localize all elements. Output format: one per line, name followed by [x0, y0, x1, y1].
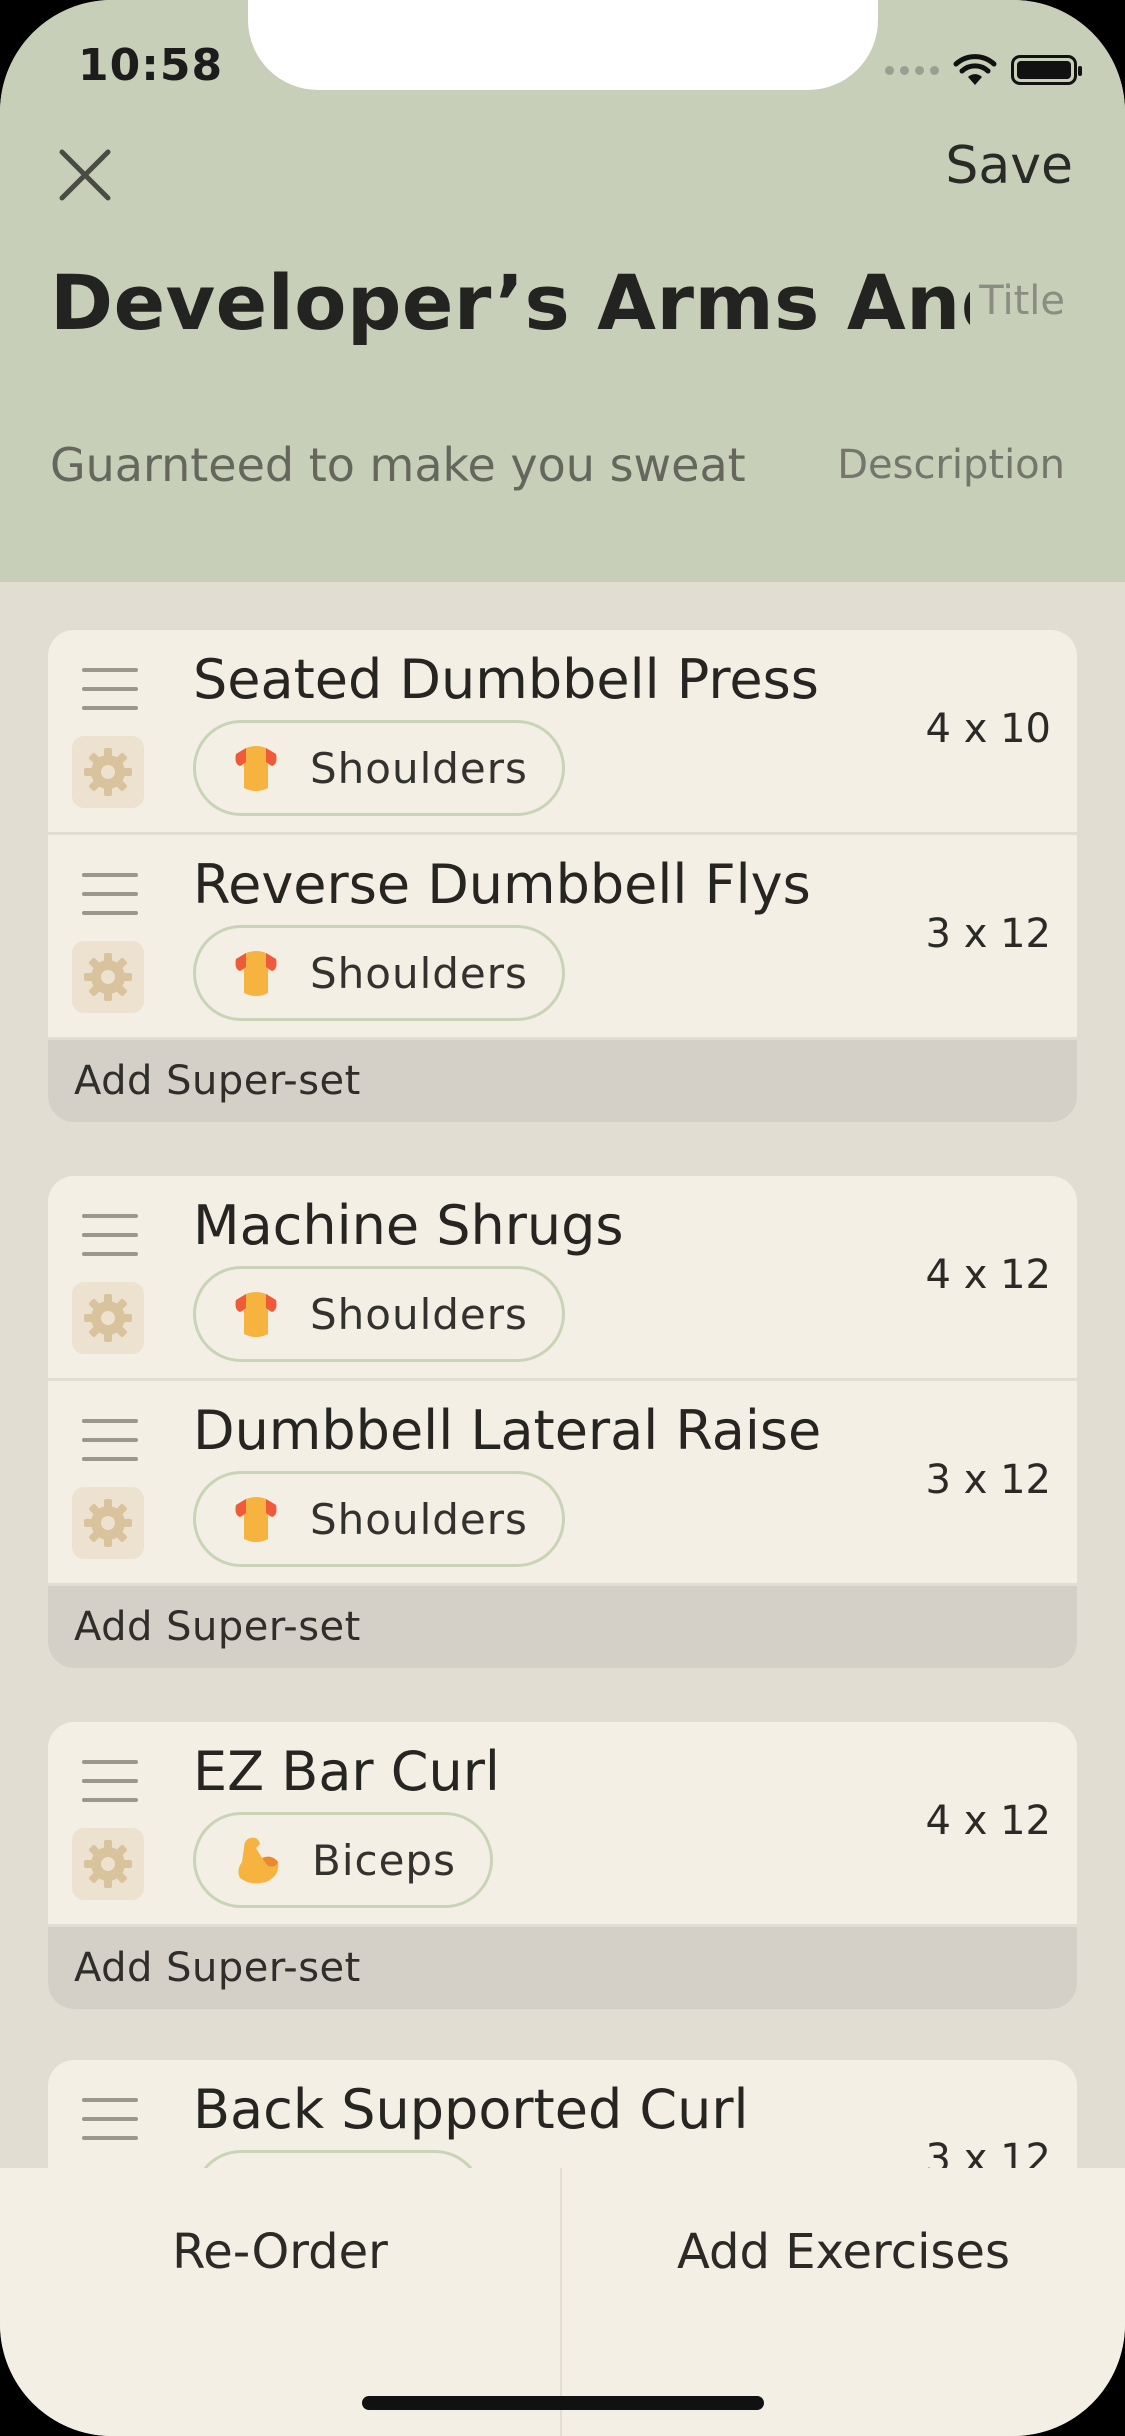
- exercise-name: EZ Bar Curl: [193, 1740, 500, 1803]
- muscle-tag: Shoulders: [193, 925, 565, 1021]
- gear-icon[interactable]: [72, 1487, 144, 1559]
- status-icons: [885, 50, 1082, 90]
- add-superset-button[interactable]: Add Super-set: [48, 1040, 1077, 1122]
- exercise-group: EZ Bar Curl Biceps 4 x 12 Add Super-set: [48, 1722, 1077, 2009]
- exercise-row[interactable]: Dumbbell Lateral Raise Shoulders 3 x 12: [48, 1381, 1077, 1586]
- exercise-name: Back Supported Curl: [193, 2078, 749, 2141]
- muscle-tag: Shoulders: [193, 1266, 565, 1362]
- wifi-icon: [953, 54, 997, 85]
- exercise-name: Reverse Dumbbell Flys: [193, 853, 811, 916]
- drag-handle-icon[interactable]: [82, 1760, 138, 1802]
- description-input[interactable]: Guarnteed to make you sweat: [50, 438, 810, 492]
- exercise-name: Dumbbell Lateral Raise: [193, 1399, 822, 1462]
- muscle-tag: Biceps: [193, 1812, 493, 1908]
- exercise-row[interactable]: EZ Bar Curl Biceps 4 x 12: [48, 1722, 1077, 1927]
- drag-handle-icon[interactable]: [82, 1214, 138, 1256]
- gear-icon[interactable]: [72, 736, 144, 808]
- description-field-label: Description: [837, 442, 1065, 488]
- flexed-biceps-icon: [238, 1837, 279, 1884]
- battery-icon: [1011, 55, 1082, 85]
- add-superset-button[interactable]: Add Super-set: [48, 1927, 1077, 2009]
- muscle-label: Shoulders: [310, 948, 528, 998]
- muscle-label: Shoulders: [310, 1494, 528, 1544]
- device-notch: [248, 0, 878, 90]
- status-time: 10:58: [78, 40, 224, 91]
- muscle-tag: Shoulders: [193, 1471, 565, 1567]
- gear-icon[interactable]: [72, 941, 144, 1013]
- drag-handle-icon[interactable]: [82, 1419, 138, 1461]
- shoulders-icon: [235, 1497, 277, 1542]
- shoulders-icon: [235, 746, 277, 791]
- muscle-tag: Shoulders: [193, 720, 565, 816]
- app-screen: 10:58 Save Developer’s Arms And Shoulder…: [0, 0, 1125, 2436]
- drag-handle-icon[interactable]: [82, 668, 138, 710]
- shoulders-icon: [235, 951, 277, 996]
- reorder-button[interactable]: Re-Order: [0, 2224, 560, 2280]
- workout-header: 10:58 Save Developer’s Arms And Shoulder…: [0, 0, 1125, 582]
- muscle-label: Shoulders: [310, 743, 528, 793]
- sets-reps[interactable]: 4 x 10: [926, 706, 1051, 752]
- gear-icon[interactable]: [72, 1828, 144, 1900]
- save-button[interactable]: Save: [945, 136, 1073, 196]
- exercise-group: Machine Shrugs Shoulders 4 x 12 Dumbbell…: [48, 1176, 1077, 1668]
- add-superset-button[interactable]: Add Super-set: [48, 1586, 1077, 1668]
- muscle-label: Shoulders: [310, 1289, 528, 1339]
- exercise-name: Seated Dumbbell Press: [193, 648, 819, 711]
- signal-dots-icon: [885, 65, 939, 75]
- sets-reps[interactable]: 3 x 12: [926, 911, 1051, 957]
- shoulders-icon: [235, 1292, 277, 1337]
- exercise-row[interactable]: Machine Shrugs Shoulders 4 x 12: [48, 1176, 1077, 1381]
- drag-handle-icon[interactable]: [82, 873, 138, 915]
- drag-handle-icon[interactable]: [82, 2098, 138, 2140]
- exercise-row[interactable]: Seated Dumbbell Press Shoulders 4 x 10: [48, 630, 1077, 835]
- title-field-label: Title: [979, 278, 1065, 324]
- exercise-group: Seated Dumbbell Press Shoulders 4 x 10 R…: [48, 630, 1077, 1122]
- sets-reps[interactable]: 4 x 12: [926, 1798, 1051, 1844]
- sets-reps[interactable]: 3 x 12: [926, 1457, 1051, 1503]
- home-indicator[interactable]: [362, 2396, 764, 2410]
- add-exercises-button[interactable]: Add Exercises: [562, 2224, 1125, 2280]
- gear-icon[interactable]: [72, 1282, 144, 1354]
- title-input[interactable]: Developer’s Arms And Shoulders: [50, 258, 970, 347]
- muscle-label: Biceps: [312, 1835, 456, 1885]
- exercise-row[interactable]: Reverse Dumbbell Flys Shoulders 3 x 12: [48, 835, 1077, 1040]
- exercise-name: Machine Shrugs: [193, 1194, 624, 1257]
- close-icon[interactable]: [50, 140, 120, 210]
- sets-reps[interactable]: 4 x 12: [926, 1252, 1051, 1298]
